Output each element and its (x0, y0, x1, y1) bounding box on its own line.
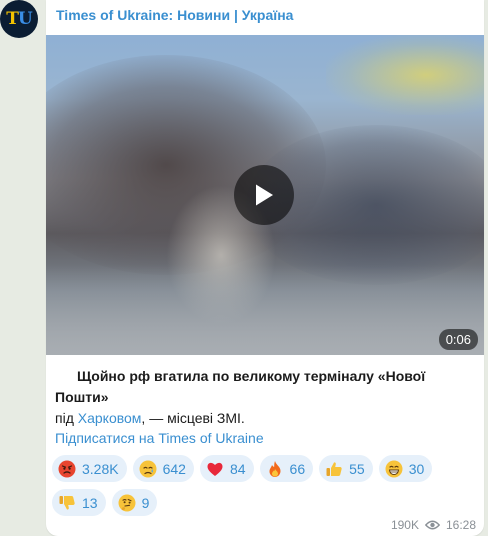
angry-face-icon (58, 460, 76, 478)
crying-face-icon (139, 460, 157, 478)
fire-icon (266, 460, 284, 478)
message-bubble: Times of Ukraine: Новини | Україна 0:06 … (46, 0, 484, 536)
play-button[interactable] (234, 165, 294, 225)
message-text: Щойно рф вгатила по великому терміналу «… (55, 366, 477, 429)
reaction-count: 13 (82, 494, 98, 511)
message-text-prefix: під (55, 410, 78, 426)
play-icon (256, 184, 273, 206)
thumbs-down-icon (58, 494, 76, 512)
reaction-count: 642 (162, 460, 186, 477)
reaction-count: 9 (141, 494, 150, 511)
reaction-count: 3.28K (82, 460, 119, 477)
reaction-thumbs-up[interactable]: 55 (319, 455, 373, 482)
reaction-count: 55 (349, 460, 365, 477)
avatar-letter-t: T (6, 9, 19, 29)
video-preview[interactable]: 0:06 (46, 35, 484, 355)
views-count: 190K (390, 518, 419, 532)
grinning-face-icon (385, 460, 403, 478)
eye-icon (424, 520, 440, 530)
reaction-angry[interactable]: 3.28K (52, 455, 127, 482)
reactions-bar: 3.28K 642 84 66 55 30 13 9 (52, 455, 452, 516)
message-text-suffix: , — місцеві ЗМІ. (141, 410, 245, 426)
reaction-count: 84 (229, 460, 246, 477)
location-link[interactable]: Харковом (78, 410, 142, 426)
thinking-face-icon (118, 494, 136, 512)
channel-name[interactable]: Times of Ukraine: Новини | Україна (56, 7, 293, 23)
reaction-thinking[interactable]: 9 (111, 489, 158, 516)
reaction-fire[interactable]: 66 (259, 455, 314, 482)
message-headline: Щойно рф вгатила по великому терміналу «… (55, 368, 426, 405)
reaction-crying[interactable]: 642 (132, 455, 194, 482)
thumbs-up-icon (325, 460, 343, 478)
video-frame-blur (326, 35, 484, 115)
reaction-thumbs-down[interactable]: 13 (52, 489, 106, 516)
avatar-letter-u: U (17, 9, 33, 29)
video-duration: 0:06 (438, 329, 478, 350)
red-heart-icon (206, 460, 224, 478)
subscribe-link[interactable]: Підписатися на Times of Ukraine (55, 430, 264, 446)
reaction-heart[interactable]: 84 (199, 455, 254, 482)
video-frame-blur (46, 265, 484, 355)
message-time: 16:28 (445, 518, 476, 532)
reaction-count: 66 (289, 460, 306, 477)
reaction-grinning[interactable]: 30 (378, 455, 433, 482)
reaction-count: 30 (408, 460, 425, 477)
channel-avatar[interactable]: TU (0, 0, 38, 38)
message-meta: 190K 16:28 (391, 518, 476, 532)
